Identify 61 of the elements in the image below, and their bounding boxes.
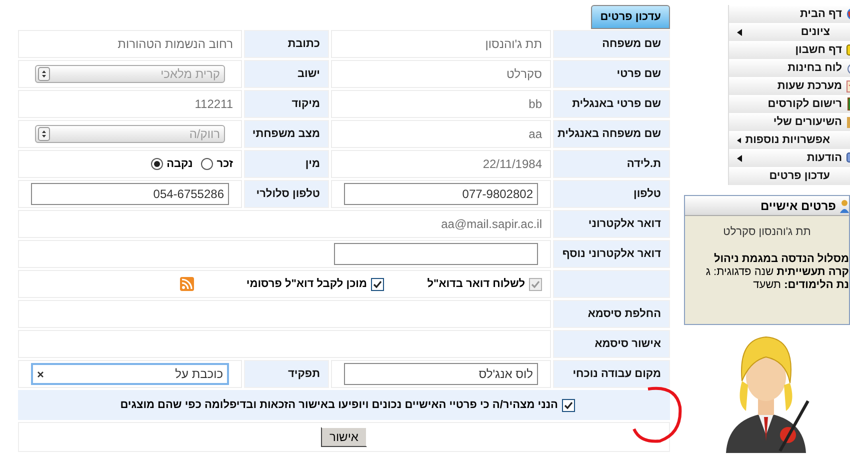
menu-item[interactable]: השיעורים שלי [729,113,850,131]
tab[interactable]: עדכון פרטים [591,5,670,29]
field-label: מקום עבודה נוכחי [553,360,670,388]
field-label: ישוב [244,60,329,88]
field-label: שם פרטי [553,60,670,88]
radio-label: נקבה [166,156,193,172]
field-label: טלפון סלולרי [244,180,329,208]
student-name: תת ג'והנסון סקרלט [722,225,812,240]
field-label: ת.לידה [553,150,670,178]
radio-button[interactable] [200,158,213,170]
field-value: bb [528,96,542,113]
menu-item[interactable]: עדכון פרטים [729,167,850,185]
spinner-icon [38,127,50,141]
field-value: רחוב הנשמות הטהורות [118,36,233,53]
field-label: תפקיד [244,360,329,388]
field-value: סקרלט [506,66,542,83]
user-icon [840,198,849,212]
input-field[interactable]: 054-6755286 [31,183,229,205]
field-label: החלפת סיסמא [553,300,670,328]
field-value: aa@mail.sapir.ac.il [441,216,542,233]
clear-icon[interactable] [37,370,44,378]
input-field[interactable] [334,243,538,265]
radio-button[interactable] [150,158,163,170]
field-value: 22/11/1984 [482,156,542,173]
field-label: טלפון [553,180,670,208]
panel-header: פרטים אישיים [685,196,849,216]
field-label: מיקוד [244,90,329,118]
field-label: שם משפחה [553,30,670,58]
field-label: אישור סיסמא [553,330,670,358]
input-field[interactable]: לוס אנג'לס [344,363,538,385]
field-value: תת ג'והנסון [485,36,542,53]
radio-label: זכר [216,156,233,172]
menu-item[interactable]: דף הבית [729,5,850,23]
menu-item[interactable]: אפשרויות נוספות [729,131,850,149]
field-value: 112211 [194,96,233,113]
checkbox[interactable] [562,398,575,412]
menu-item[interactable]: לוח בחינות [729,59,850,77]
input-field[interactable]: כוכבת על [31,363,229,385]
menu-item[interactable]: ציונים [729,23,850,41]
field-label: כתובת [244,30,329,58]
checkbox-label: לשלוח דואר בדוא"ל [427,276,525,292]
student-info-line: מסלול הנדסה במגמת ניהול [712,252,849,266]
student-info-line: נת הלימודים: תשעד [752,278,849,292]
menu-item[interactable]: מערכת שעות [729,77,850,95]
spinner-icon [38,67,50,81]
field-label: שם משפחה באנגלית [553,120,670,148]
field-label: מין [244,150,329,178]
checkbox-label: מוכן לקבל דוא"ל פרסומי [246,276,367,292]
checkbox[interactable] [371,278,384,290]
menu-item[interactable]: דף חשבון [729,41,850,59]
menu-item[interactable]: רישום לקורסים [729,95,850,113]
student-info-line: קרה תעשייתית שנה פדגוגית: ג [704,266,849,278]
field-label: דואר אלקטרוני נוסף [553,240,670,268]
submit-button[interactable]: אישור [320,427,368,447]
declaration-text: הנני מצהיר/ה כי פרטיי האישיים נכונים ויופיעו באישור הזכאות ובדיפלומה כפי שהם מוצגים [120,398,558,413]
input-field[interactable]: 077-9802802 [344,183,538,205]
field-value: aa [528,126,542,143]
field-label: שם פרטי באנגלית [553,90,670,118]
field-label: דואר אלקטרוני [553,210,670,238]
menu-item[interactable]: הודעות [729,149,850,167]
field-label: מצב משפחתי [244,120,329,148]
